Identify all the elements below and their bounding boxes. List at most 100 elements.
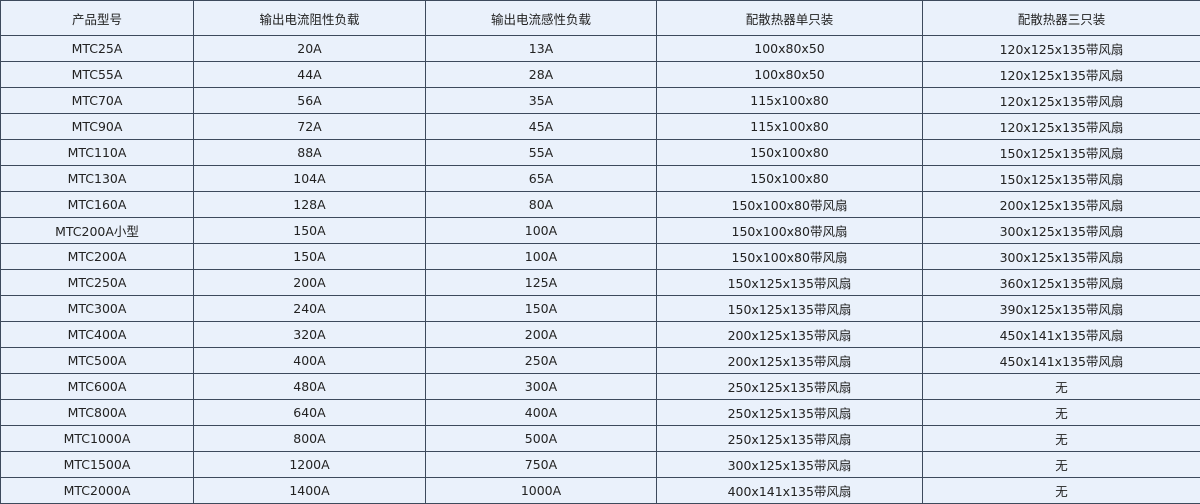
table-row: MTC90A 72A 45A 115x100x80 120x125x135带风扇 <box>0 113 1200 140</box>
cell-heatsink-single: 400x141x135带风扇 <box>656 477 923 504</box>
cell-heatsink-single: 115x100x80 <box>656 87 923 114</box>
cell-heatsink-triple: 120x125x135带风扇 <box>922 113 1200 140</box>
cell-heatsink-single: 250x125x135带风扇 <box>656 425 923 452</box>
cell-model: MTC400A <box>0 321 194 348</box>
cell-resistive-current: 800A <box>193 425 426 452</box>
cell-heatsink-single: 100x80x50 <box>656 35 923 62</box>
cell-resistive-current: 88A <box>193 139 426 166</box>
cell-heatsink-single: 250x125x135带风扇 <box>656 373 923 400</box>
cell-model: MTC130A <box>0 165 194 192</box>
cell-inductive-current: 65A <box>425 165 657 192</box>
cell-inductive-current: 300A <box>425 373 657 400</box>
table-row: MTC55A 44A 28A 100x80x50 120x125x135带风扇 <box>0 61 1200 88</box>
table-row: MTC800A 640A 400A 250x125x135带风扇无 <box>0 399 1200 426</box>
cell-inductive-current: 500A <box>425 425 657 452</box>
header-resistive-current: 输出电流阻性负载 <box>193 0 426 36</box>
table-row: MTC70A 56A 35A 115x100x80 120x125x135带风扇 <box>0 87 1200 114</box>
cell-inductive-current: 250A <box>425 347 657 374</box>
table-row: MTC250A 200A 125A 150x125x135带风扇 360x125x135… <box>0 269 1200 296</box>
cell-heatsink-single: 150x125x135带风扇 <box>656 295 923 322</box>
cell-heatsink-single: 150x100x80 <box>656 139 923 166</box>
cell-heatsink-triple: 360x125x135带风扇 <box>922 269 1200 296</box>
cell-heatsink-triple: 300x125x135带风扇 <box>922 217 1200 244</box>
table-row: MTC500A 400A 250A 200x125x135带风扇 450x141x135… <box>0 347 1200 374</box>
cell-resistive-current: 480A <box>193 373 426 400</box>
cell-heatsink-triple: 无 <box>922 373 1200 400</box>
spec-table: 产品型号 输出电流阻性负载 输出电流感性负载 配散热器单只装 配散热器三只装 M… <box>0 0 1200 504</box>
cell-model: MTC250A <box>0 269 194 296</box>
cell-model: MTC1500A <box>0 451 194 478</box>
cell-heatsink-single: 150x100x80带风扇 <box>656 243 923 270</box>
cell-heatsink-triple: 300x125x135带风扇 <box>922 243 1200 270</box>
cell-resistive-current: 20A <box>193 35 426 62</box>
header-heatsink-triple: 配散热器三只装 <box>922 0 1200 36</box>
cell-inductive-current: 100A <box>425 217 657 244</box>
cell-heatsink-single: 200x125x135带风扇 <box>656 321 923 348</box>
cell-model: MTC25A <box>0 35 194 62</box>
cell-model: MTC70A <box>0 87 194 114</box>
table-body: MTC25A 20A 13A 100x80x50 120x125x135带风扇 MTC55… <box>0 35 1200 504</box>
cell-heatsink-triple: 无 <box>922 451 1200 478</box>
cell-resistive-current: 150A <box>193 217 426 244</box>
cell-model: MTC500A <box>0 347 194 374</box>
table-row: MTC1500A 1200A 750A 300x125x135带风扇无 <box>0 451 1200 478</box>
cell-heatsink-single: 150x100x80带风扇 <box>656 217 923 244</box>
cell-model: MTC600A <box>0 373 194 400</box>
cell-resistive-current: 320A <box>193 321 426 348</box>
table-row: MTC300A 240A 150A 150x125x135带风扇 390x125x135… <box>0 295 1200 322</box>
cell-resistive-current: 240A <box>193 295 426 322</box>
cell-model: MTC110A <box>0 139 194 166</box>
cell-heatsink-triple: 无 <box>922 399 1200 426</box>
cell-heatsink-triple: 120x125x135带风扇 <box>922 35 1200 62</box>
cell-heatsink-single: 100x80x50 <box>656 61 923 88</box>
cell-resistive-current: 150A <box>193 243 426 270</box>
cell-model: MTC160A <box>0 191 194 218</box>
cell-inductive-current: 750A <box>425 451 657 478</box>
cell-inductive-current: 150A <box>425 295 657 322</box>
table-row: MTC25A 20A 13A 100x80x50 120x125x135带风扇 <box>0 35 1200 62</box>
cell-resistive-current: 56A <box>193 87 426 114</box>
cell-resistive-current: 44A <box>193 61 426 88</box>
cell-heatsink-single: 300x125x135带风扇 <box>656 451 923 478</box>
table-row: MTC400A 320A 200A 200x125x135带风扇 450x141x135… <box>0 321 1200 348</box>
table-row: MTC200A 150A 100A 150x100x80带风扇 300x125x135带… <box>0 243 1200 270</box>
table-row: MTC1000A 800A 500A 250x125x135带风扇无 <box>0 425 1200 452</box>
table-row: MTC200A小型 150A 100A 150x100x80带风扇 300x125x13… <box>0 217 1200 244</box>
cell-inductive-current: 1000A <box>425 477 657 504</box>
cell-model: MTC200A小型 <box>0 217 194 244</box>
table-header: 产品型号 输出电流阻性负载 输出电流感性负载 配散热器单只装 配散热器三只装 <box>0 0 1200 36</box>
cell-inductive-current: 125A <box>425 269 657 296</box>
cell-model: MTC300A <box>0 295 194 322</box>
cell-inductive-current: 35A <box>425 87 657 114</box>
cell-heatsink-triple: 无 <box>922 477 1200 504</box>
cell-inductive-current: 400A <box>425 399 657 426</box>
cell-resistive-current: 640A <box>193 399 426 426</box>
cell-heatsink-triple: 450x141x135带风扇 <box>922 347 1200 374</box>
cell-resistive-current: 1200A <box>193 451 426 478</box>
cell-resistive-current: 72A <box>193 113 426 140</box>
cell-heatsink-single: 150x125x135带风扇 <box>656 269 923 296</box>
cell-heatsink-triple: 200x125x135带风扇 <box>922 191 1200 218</box>
cell-heatsink-single: 150x100x80带风扇 <box>656 191 923 218</box>
cell-model: MTC90A <box>0 113 194 140</box>
cell-inductive-current: 55A <box>425 139 657 166</box>
cell-inductive-current: 200A <box>425 321 657 348</box>
cell-heatsink-single: 250x125x135带风扇 <box>656 399 923 426</box>
cell-heatsink-triple: 150x125x135带风扇 <box>922 139 1200 166</box>
cell-inductive-current: 100A <box>425 243 657 270</box>
cell-heatsink-triple: 120x125x135带风扇 <box>922 61 1200 88</box>
table-row: MTC600A 480A 300A 250x125x135带风扇无 <box>0 373 1200 400</box>
cell-resistive-current: 400A <box>193 347 426 374</box>
cell-model: MTC1000A <box>0 425 194 452</box>
cell-model: MTC200A <box>0 243 194 270</box>
header-row: 产品型号 输出电流阻性负载 输出电流感性负载 配散热器单只装 配散热器三只装 <box>0 0 1200 36</box>
cell-resistive-current: 104A <box>193 165 426 192</box>
cell-resistive-current: 128A <box>193 191 426 218</box>
cell-model: MTC2000A <box>0 477 194 504</box>
header-inductive-current: 输出电流感性负载 <box>425 0 657 36</box>
cell-heatsink-single: 200x125x135带风扇 <box>656 347 923 374</box>
cell-heatsink-single: 150x100x80 <box>656 165 923 192</box>
cell-inductive-current: 13A <box>425 35 657 62</box>
cell-model: MTC800A <box>0 399 194 426</box>
cell-inductive-current: 28A <box>425 61 657 88</box>
